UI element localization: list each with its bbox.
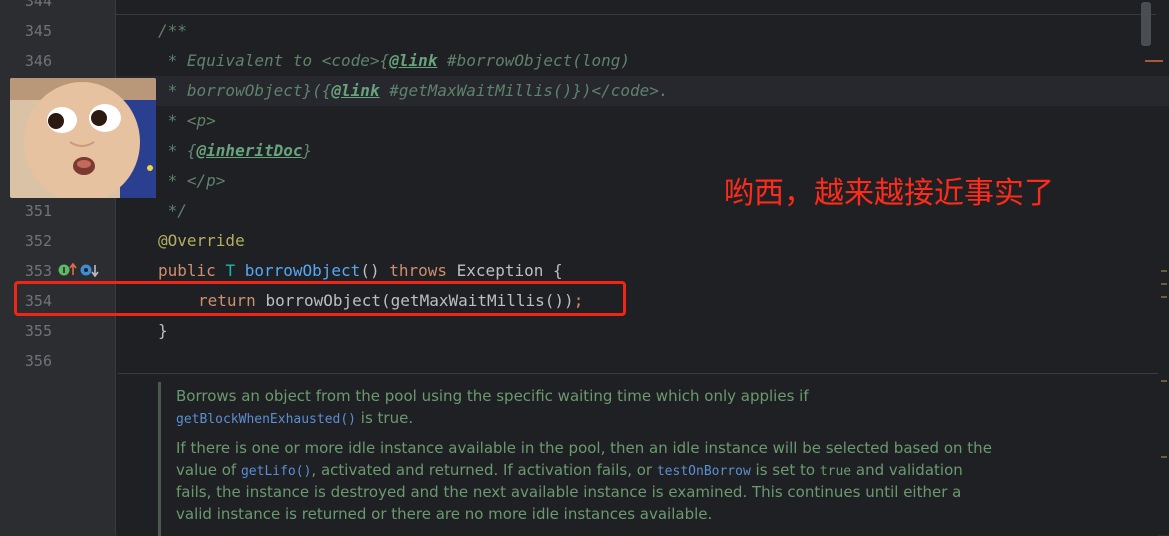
line-number: 351 — [24, 202, 52, 220]
line-number: 356 — [24, 352, 52, 370]
divider — [116, 14, 1156, 15]
line-number: 355 — [24, 322, 52, 340]
doc-quote-bar — [158, 382, 161, 536]
implemented-icon[interactable] — [80, 262, 102, 278]
code-line: * {@inheritDoc} — [158, 141, 313, 160]
doc-paragraph: Borrows an object from the pool using th… — [176, 387, 809, 427]
code-line: * Equivalent to <code>{@link #borrowObje… — [158, 51, 631, 70]
gutter-markers[interactable]: I — [58, 262, 102, 278]
override-icon[interactable]: I — [58, 262, 80, 278]
line-number: 352 — [24, 232, 52, 250]
code-line: * </p> — [158, 171, 226, 190]
svg-text:I: I — [63, 266, 66, 275]
scroll-marker — [1161, 296, 1167, 298]
doc-body: Borrows an object from the pool using th… — [176, 386, 996, 533]
code-line: } — [158, 321, 168, 340]
line-number: 345 — [24, 22, 52, 40]
doc-link[interactable]: testOnBorrow — [657, 464, 751, 479]
line-number: 344 — [24, 0, 52, 10]
highlight-box — [14, 281, 626, 316]
code-line: /** — [158, 21, 187, 40]
doc-paragraph: If there is one or more idle instance av… — [176, 439, 992, 523]
meme-avatar — [10, 78, 156, 198]
code-line: */ — [158, 201, 187, 220]
line-number: 346 — [24, 52, 52, 70]
scroll-marker — [1161, 456, 1167, 458]
scroll-marker — [1161, 270, 1167, 272]
scroll-marker — [1161, 283, 1167, 285]
doc-link[interactable]: getBlockWhenExhausted() — [176, 412, 356, 427]
annotation-comment: 哟西，越来越接近事实了 — [724, 176, 1054, 211]
doc-link[interactable]: getLifo() — [241, 464, 311, 479]
scroll-marker — [1145, 60, 1163, 62]
vertical-scrollbar[interactable] — [1141, 2, 1151, 46]
code-line: * borrowObject}({@link #getMaxWaitMillis… — [158, 81, 669, 100]
documentation-popup[interactable]: Borrows an object from the pool using th… — [118, 373, 1158, 536]
code-line: * <p> — [158, 111, 216, 130]
scroll-marker — [1161, 380, 1167, 382]
override-annotation: @Override — [158, 231, 245, 250]
